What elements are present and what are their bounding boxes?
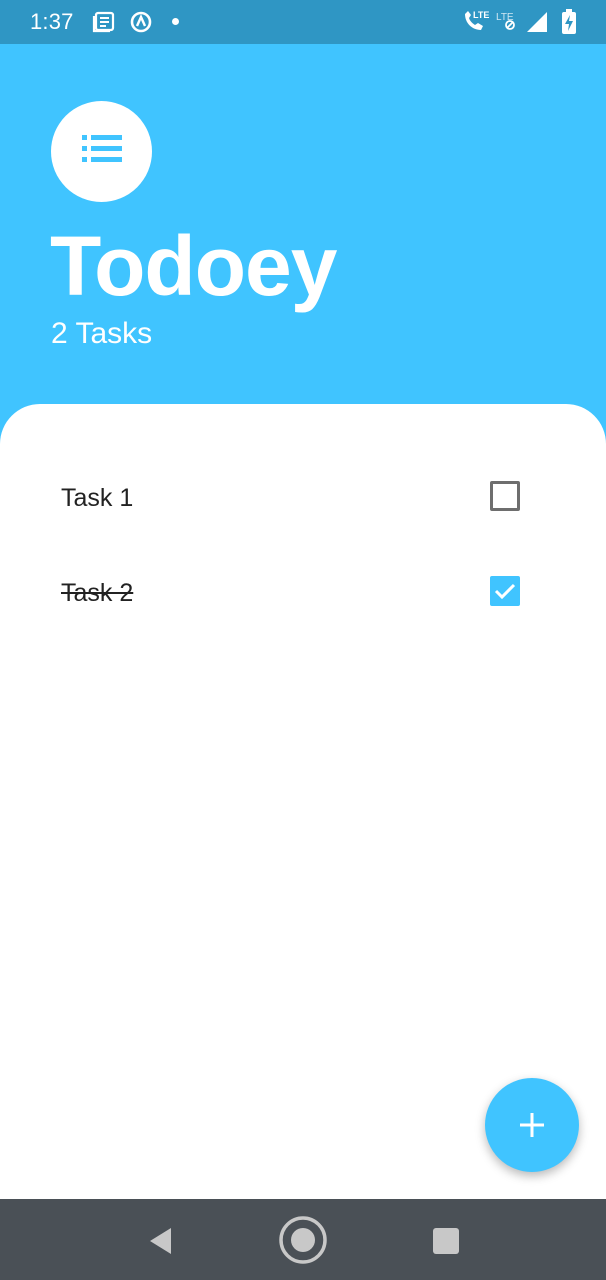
back-icon[interactable] — [140, 1221, 180, 1261]
navigation-bar — [0, 1199, 606, 1280]
task-label: Task 1 — [61, 484, 134, 512]
task-item[interactable]: Task 1 — [0, 464, 606, 534]
plus-icon — [520, 1113, 544, 1137]
avatar — [51, 101, 152, 202]
volte-call-icon: LTE — [462, 8, 492, 39]
app-screen: 1:37 LTE LTE Todoey 2 Tasks Task 1 Task … — [0, 0, 606, 1280]
recents-icon[interactable] — [426, 1221, 466, 1261]
data-saver-icon — [129, 10, 153, 39]
add-task-button[interactable] — [485, 1078, 579, 1172]
cell-signal-icon — [525, 10, 549, 39]
lte-signal-icon: LTE — [496, 8, 522, 39]
task-label: Task 2 — [61, 579, 134, 607]
check-icon — [494, 583, 516, 600]
task-checkbox[interactable] — [490, 481, 520, 511]
app-title: Todoey — [50, 219, 337, 313]
notification-dot-icon — [172, 18, 179, 25]
status-bar: 1:37 LTE LTE — [0, 0, 606, 44]
status-time: 1:37 — [30, 9, 74, 34]
list-icon — [81, 135, 122, 168]
header: Todoey 2 Tasks — [0, 44, 606, 406]
svg-text:LTE: LTE — [473, 10, 489, 20]
news-icon — [92, 10, 116, 39]
task-checkbox[interactable] — [490, 576, 520, 606]
battery-charging-icon — [560, 8, 578, 41]
task-item[interactable]: Task 2 — [0, 559, 606, 629]
task-count: 2 Tasks — [51, 317, 153, 350]
home-icon[interactable] — [277, 1214, 329, 1266]
